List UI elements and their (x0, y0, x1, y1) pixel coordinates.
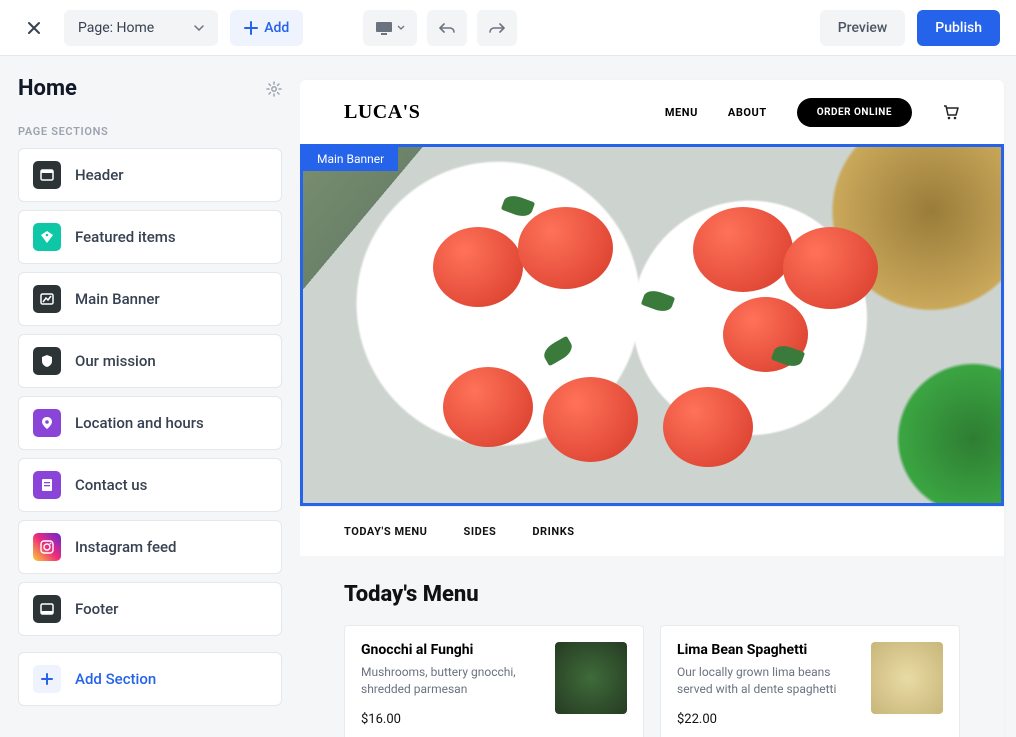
menu-section: Today's Menu Gnocchi al Funghi Mushrooms… (300, 556, 1004, 737)
add-label: Add (264, 20, 289, 36)
site-brand: LUCA'S (344, 101, 420, 124)
chevron-down-icon (194, 25, 204, 31)
section-label: Contact us (75, 476, 147, 494)
gear-icon (266, 81, 282, 97)
page-selector-label: Page: Home (78, 20, 154, 36)
menu-card[interactable]: Lima Bean Spaghetti Our locally grown li… (660, 625, 960, 737)
form-icon (33, 471, 61, 499)
header-icon (33, 161, 61, 189)
redo-button[interactable] (477, 10, 517, 46)
menu-card[interactable]: Gnocchi al Funghi Mushrooms, buttery gno… (344, 625, 644, 737)
order-online-button[interactable]: ORDER ONLINE (797, 98, 912, 127)
section-label: Main Banner (75, 290, 160, 308)
sidebar: Home PAGE SECTIONS Header Featured items… (0, 56, 300, 737)
redo-icon (489, 22, 505, 34)
section-item-instagram[interactable]: Instagram feed (18, 520, 282, 574)
main-banner[interactable]: Main Banner (300, 144, 1004, 506)
menu-item-desc: Mushrooms, buttery gnocchi, shredded par… (361, 664, 541, 698)
add-section-button[interactable]: Add Section (18, 652, 282, 706)
menu-item-price: $16.00 (361, 712, 541, 727)
nav-menu[interactable]: MENU (665, 106, 698, 119)
site-preview: LUCA'S MENU ABOUT ORDER ONLINE Main Bann… (300, 80, 1004, 737)
menu-item-image (871, 642, 943, 714)
publish-button[interactable]: Publish (917, 10, 1000, 46)
preview-button[interactable]: Preview (820, 10, 906, 46)
plus-icon (33, 665, 61, 693)
close-icon (26, 20, 42, 36)
section-label: Instagram feed (75, 538, 176, 556)
tab-sides[interactable]: SIDES (464, 525, 497, 538)
banner-selection-tag: Main Banner (303, 147, 398, 171)
undo-button[interactable] (427, 10, 467, 46)
device-preview-button[interactable] (363, 10, 417, 46)
menu-item-title: Lima Bean Spaghetti (677, 642, 857, 658)
section-label: Our mission (75, 352, 156, 370)
menu-item-price: $22.00 (677, 712, 857, 727)
toolbar-group (363, 10, 517, 46)
site-nav: LUCA'S MENU ABOUT ORDER ONLINE (300, 80, 1004, 144)
section-item-footer[interactable]: Footer (18, 582, 282, 636)
menu-tabs: TODAY'S MENU SIDES DRINKS (300, 506, 1004, 556)
section-item-mission[interactable]: Our mission (18, 334, 282, 388)
page-settings-button[interactable] (266, 81, 282, 97)
cart-icon (942, 103, 960, 121)
menu-item-desc: Our locally grown lima beans served with… (677, 664, 857, 698)
section-label: Featured items (75, 228, 176, 246)
nav-about[interactable]: ABOUT (728, 106, 767, 119)
preview-canvas: LUCA'S MENU ABOUT ORDER ONLINE Main Bann… (300, 56, 1016, 737)
plus-icon (244, 21, 258, 35)
section-label: Header (75, 166, 124, 184)
banner-icon (33, 285, 61, 313)
banner-image (303, 147, 1001, 503)
footer-icon (33, 595, 61, 623)
menu-item-title: Gnocchi al Funghi (361, 642, 541, 658)
caret-down-icon (397, 25, 405, 30)
section-item-featured[interactable]: Featured items (18, 210, 282, 264)
page-title: Home (18, 76, 77, 101)
tag-icon (33, 223, 61, 251)
menu-title: Today's Menu (344, 582, 960, 607)
section-item-header[interactable]: Header (18, 148, 282, 202)
section-label: Footer (75, 600, 118, 618)
instagram-icon (33, 533, 61, 561)
section-item-banner[interactable]: Main Banner (18, 272, 282, 326)
section-item-contact[interactable]: Contact us (18, 458, 282, 512)
tab-todays-menu[interactable]: TODAY'S MENU (344, 525, 428, 538)
undo-icon (439, 22, 455, 34)
menu-item-image (555, 642, 627, 714)
add-button[interactable]: Add (230, 10, 303, 46)
desktop-icon (375, 21, 393, 35)
topbar: Page: Home Add Preview Publish (0, 0, 1016, 56)
pin-icon (33, 409, 61, 437)
close-button[interactable] (16, 10, 52, 46)
section-label: Location and hours (75, 414, 204, 432)
cart-button[interactable] (942, 103, 960, 121)
add-section-label: Add Section (75, 670, 156, 688)
tab-drinks[interactable]: DRINKS (532, 525, 574, 538)
sections-heading: PAGE SECTIONS (18, 125, 282, 138)
shield-icon (33, 347, 61, 375)
page-selector[interactable]: Page: Home (64, 10, 218, 46)
section-item-location[interactable]: Location and hours (18, 396, 282, 450)
